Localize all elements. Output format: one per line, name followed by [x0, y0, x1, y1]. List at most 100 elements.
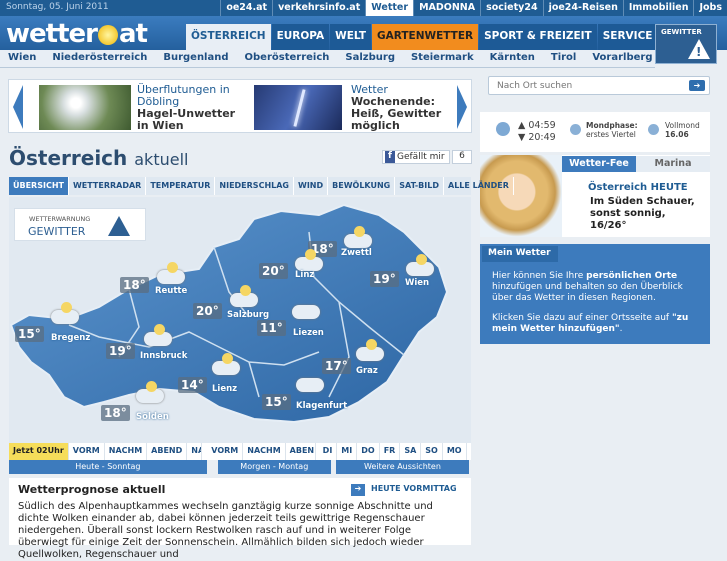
nav-oesterreich[interactable]: ÖSTERREICH [186, 24, 271, 50]
day-so[interactable]: SO [421, 443, 443, 460]
tab-sat-bild[interactable]: SAT-BILD [395, 177, 444, 195]
region-oberoesterreich[interactable]: Oberösterreich [237, 50, 338, 67]
toplink-society24[interactable]: society24 [480, 0, 542, 16]
forecast-text-panel: Wetterprognose aktuell HEUTE VORMITTAG S… [9, 478, 471, 560]
city-reutte[interactable]: Reutte [155, 286, 187, 296]
region-kaernten[interactable]: Kärnten [482, 50, 543, 67]
toplink-immobilien[interactable]: Immobilien [622, 0, 694, 16]
nav-service[interactable]: SERVICE [597, 24, 658, 50]
region-niederoesterreich[interactable]: Niederösterreich [44, 50, 155, 67]
region-vorarlberg[interactable]: Vorarlberg [584, 50, 660, 67]
day-mi[interactable]: MI [337, 443, 358, 460]
toplink-joe24-reisen[interactable]: joe24-Reisen [542, 0, 623, 16]
nav-gartenwetter[interactable]: GARTENWETTER [372, 24, 479, 50]
city-graz[interactable]: Graz [356, 366, 378, 376]
city-zwettl[interactable]: Zwettl [341, 248, 372, 258]
day-mo[interactable]: MO [443, 443, 467, 460]
page-title-sub: aktuell [134, 150, 189, 169]
region-salzburg[interactable]: Salzburg [337, 50, 403, 67]
temp-reutte[interactable]: 18° [120, 277, 149, 293]
heute-vormittag-link[interactable]: HEUTE VORMITTAG [351, 484, 457, 496]
site-logo[interactable]: wetter at [6, 19, 148, 49]
tab-wind[interactable]: WIND [294, 177, 329, 195]
teaser-hail-image[interactable] [39, 85, 131, 130]
nav-sport-freizeit[interactable]: SPORT & FREIZEIT [479, 24, 597, 50]
teaser-2[interactable]: Wetter Wochenende: Heiß, Gewitter möglic… [351, 84, 451, 132]
temp-soelden[interactable]: 18° [101, 405, 130, 421]
gewitter-warning-box[interactable]: WETTERWARNUNG GEWITTER [14, 208, 146, 241]
nav-europa[interactable]: EUROPA [271, 24, 330, 50]
tab-marina[interactable]: Marina [636, 156, 710, 172]
city-soelden[interactable]: Sölden [136, 412, 169, 422]
austria-weather-map[interactable]: WETTERWARNUNG GEWITTER 18° Zwettl 20° Li… [9, 197, 471, 443]
wetter-fee-photo[interactable] [480, 155, 562, 237]
time-heute-nachm[interactable]: NACHM [105, 443, 148, 460]
temp-liezen[interactable]: 11° [257, 320, 286, 336]
day-sa[interactable]: SA [400, 443, 422, 460]
tab-wetter-fee[interactable]: Wetter-Fee [562, 156, 636, 172]
nav-welt[interactable]: WELT [330, 24, 372, 50]
city-lienz[interactable]: Lienz [212, 384, 237, 394]
city-bregenz[interactable]: Bregenz [51, 333, 90, 343]
mein-wetter-tab[interactable]: Mein Wetter [482, 246, 558, 262]
mein-wetter-p2c: . [619, 324, 623, 334]
sun-logo-icon [97, 24, 118, 45]
temp-klagenfurt[interactable]: 15° [262, 394, 291, 410]
temp-linz[interactable]: 20° [259, 263, 288, 279]
period-morgen[interactable]: Morgen - Montag [217, 460, 331, 474]
facebook-like-button[interactable]: Gefällt mir [382, 150, 450, 164]
carousel-next-arrow-icon[interactable] [457, 85, 467, 129]
toplink-madonna[interactable]: MADONNA [413, 0, 480, 16]
time-morgen-nachm[interactable]: NACHM [243, 443, 286, 460]
fee-heading[interactable]: Österreich HEUTE [588, 182, 688, 193]
region-steiermark[interactable]: Steiermark [403, 50, 482, 67]
city-linz[interactable]: Linz [295, 270, 314, 280]
temp-lienz[interactable]: 14° [178, 377, 207, 393]
temp-innsbruck[interactable]: 19° [106, 343, 135, 359]
region-wien[interactable]: Wien [0, 50, 44, 67]
gewitter-warning-button[interactable]: GEWITTER [655, 24, 717, 64]
temp-graz[interactable]: 17° [322, 358, 351, 374]
teaser-lightning-image[interactable] [254, 85, 342, 130]
warning-big-label: GEWITTER [28, 225, 86, 238]
temp-wien[interactable]: 19° [370, 271, 399, 287]
day-do[interactable]: DO [357, 443, 380, 460]
tab-wetterradar[interactable]: WETTERRADAR [69, 177, 147, 195]
temp-salzburg[interactable]: 20° [193, 303, 222, 319]
tab-uebersicht[interactable]: ÜBERSICHT [9, 177, 69, 195]
temp-bregenz[interactable]: 15° [15, 326, 44, 342]
time-heute-nacht[interactable]: NA [187, 443, 203, 460]
search-go-button[interactable]: ➔ [689, 80, 705, 91]
city-wien[interactable]: Wien [405, 278, 429, 288]
period-weitere[interactable]: Weitere Aussichten [335, 460, 469, 474]
city-innsbruck[interactable]: Innsbruck [140, 351, 187, 361]
city-klagenfurt[interactable]: Klagenfurt [296, 401, 347, 411]
tab-alle-laender[interactable]: ALLE LÄNDER [444, 177, 514, 195]
toplink-verkehrsinfo[interactable]: verkehrsinfo.at [272, 0, 365, 16]
toplink-jobs[interactable]: Jobs [693, 0, 727, 16]
tab-bewoelkung[interactable]: BEWÖLKUNG [328, 177, 396, 195]
time-morgen-vorm[interactable]: VORM [207, 443, 244, 460]
mein-wetter-panel: Mein Wetter Hier können Sie Ihre persönl… [480, 244, 710, 344]
carousel-prev-arrow-icon[interactable] [13, 85, 23, 129]
tab-niederschlag[interactable]: NIEDERSCHLAG [215, 177, 294, 195]
tab-temperatur[interactable]: TEMPERATUR [146, 177, 216, 195]
toplink-oe24[interactable]: oe24.at [220, 0, 272, 16]
time-morgen-abend[interactable]: ABEN [286, 443, 316, 460]
city-liezen[interactable]: Liezen [293, 328, 324, 338]
search-input[interactable] [489, 77, 679, 94]
region-tirol[interactable]: Tirol [543, 50, 584, 67]
teaser-1[interactable]: Überflutungen in Döbling Hagel-Unwetter … [137, 84, 247, 132]
day-fr[interactable]: FR [380, 443, 401, 460]
time-heute-abend[interactable]: ABEND [147, 443, 188, 460]
period-heute[interactable]: Heute - Sonntag [9, 460, 207, 474]
weather-icon-bregenz [51, 302, 79, 324]
time-heute-vorm[interactable]: VORM [69, 443, 105, 460]
toplink-wetter[interactable]: Wetter [365, 0, 414, 16]
facebook-like-count: 6 [452, 150, 472, 164]
day-di[interactable]: DI [319, 443, 338, 460]
city-salzburg[interactable]: Salzburg [227, 310, 269, 320]
weather-icon-zwettl [344, 226, 372, 248]
region-burgenland[interactable]: Burgenland [155, 50, 236, 67]
time-jetzt[interactable]: Jetzt 02Uhr [9, 443, 69, 460]
